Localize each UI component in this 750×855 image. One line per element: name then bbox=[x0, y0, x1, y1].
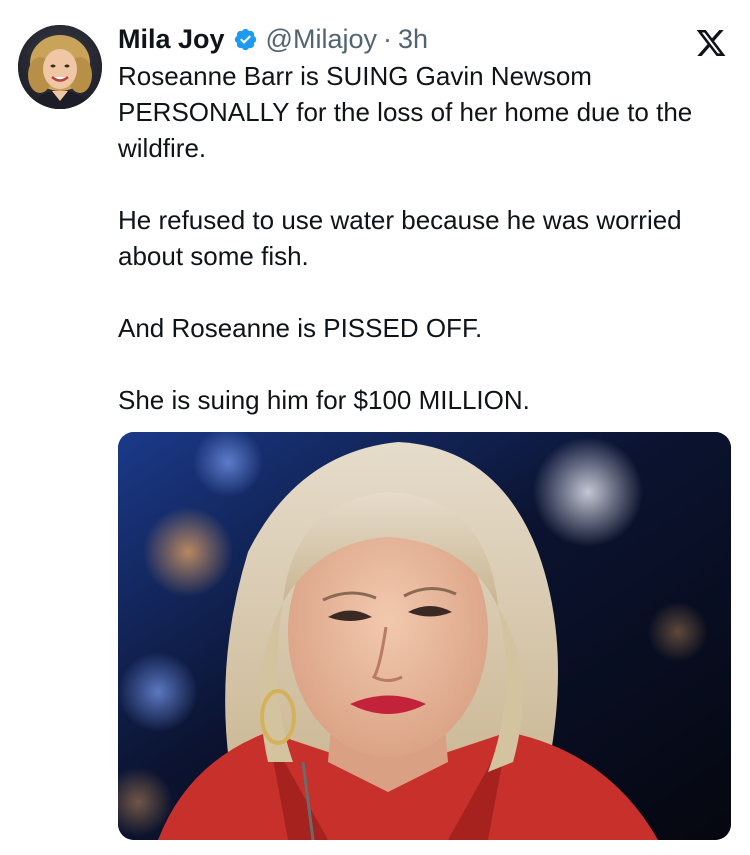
tweet-timestamp[interactable]: 3h bbox=[398, 24, 428, 55]
verified-badge-icon bbox=[233, 27, 258, 52]
tweet-card[interactable]: Mila Joy @Milajoy · 3h Roseanne Barr is … bbox=[0, 0, 750, 855]
tweet-paragraph: And Roseanne is PISSED OFF. bbox=[118, 313, 483, 343]
tweet-paragraph: Roseanne Barr is SUING Gavin Newsom PERS… bbox=[118, 61, 693, 163]
tweet-paragraph: He refused to use water because he was w… bbox=[118, 205, 682, 271]
author-display-name[interactable]: Mila Joy bbox=[118, 24, 225, 55]
author-handle[interactable]: @Milajoy bbox=[266, 24, 377, 55]
tweet-text: Roseanne Barr is SUING Gavin Newsom PERS… bbox=[118, 58, 728, 418]
x-logo-icon bbox=[694, 27, 728, 59]
author-avatar[interactable] bbox=[18, 25, 102, 109]
meta-separator: · bbox=[382, 23, 392, 54]
tweet-header: Mila Joy @Milajoy · 3h bbox=[118, 22, 428, 56]
tweet-paragraph: She is suing him for $100 MILLION. bbox=[118, 385, 530, 415]
tweet-media-photo[interactable] bbox=[118, 432, 731, 840]
